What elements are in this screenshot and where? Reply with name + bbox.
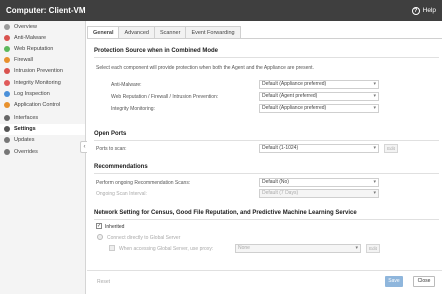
- sidebar-item-application-control[interactable]: Application Control: [0, 99, 85, 110]
- divider: [94, 173, 439, 174]
- overview-icon: [4, 23, 10, 30]
- chevron-down-icon: ▾: [373, 145, 376, 151]
- recommendation-scan-value: Default (No): [262, 179, 289, 185]
- sidebar-item-updates[interactable]: Updates: [0, 135, 85, 146]
- updates-icon: [4, 137, 10, 144]
- integrity-monitoring-label: Integrity Monitoring:: [111, 106, 155, 112]
- sidebar-item-label: Web Reputation: [14, 45, 54, 52]
- sidebar-item-label: Intrusion Prevention: [14, 68, 63, 75]
- chevron-down-icon: ▾: [373, 190, 376, 196]
- use-proxy-label: When accessing Global Server, use proxy:: [119, 246, 214, 252]
- chevron-down-icon: ▾: [373, 93, 376, 99]
- save-button[interactable]: Save: [385, 276, 403, 287]
- web-reputation-label: Web Reputation / Firewall / Intrusion Pr…: [111, 94, 219, 100]
- recommendation-scan-select[interactable]: Default (No) ▾: [259, 178, 379, 187]
- connect-direct-label: Connect directly to Global Server: [107, 235, 181, 241]
- divider: [94, 140, 439, 141]
- sidebar-item-label: Settings: [14, 126, 36, 133]
- anti-malware-icon: [4, 34, 10, 41]
- network-heading: Network Setting for Census, Good File Re…: [94, 210, 357, 216]
- sidebar-item-label: Log Inspection: [14, 90, 50, 97]
- scan-interval-label: Ongoing Scan Interval:: [96, 191, 147, 197]
- web-reputation-value: Default (Agent preferred): [262, 93, 318, 99]
- firewall-icon: [4, 57, 10, 64]
- sidebar-item-settings[interactable]: Settings: [0, 123, 85, 135]
- connect-direct-radio[interactable]: [97, 234, 103, 240]
- sidebar-item-anti-malware[interactable]: Anti-Malware: [0, 32, 85, 43]
- interfaces-icon: [4, 115, 10, 122]
- integrity-monitoring-select[interactable]: Default (Appliance preferred) ▾: [259, 104, 379, 113]
- recommendation-scan-label: Perform ongoing Recommendation Scans:: [96, 180, 191, 186]
- chevron-down-icon: ▾: [373, 179, 376, 185]
- inherited-checkbox[interactable]: ✓: [96, 223, 102, 229]
- sidebar-item-firewall[interactable]: Firewall: [0, 55, 85, 66]
- proxy-value: None: [238, 245, 250, 251]
- web-reputation-select[interactable]: Default (Agent preferred) ▾: [259, 92, 379, 101]
- divider: [94, 57, 439, 58]
- sidebar-item-label: Interfaces: [14, 115, 39, 122]
- settings-gear-icon: [4, 126, 10, 133]
- application-control-icon: [4, 101, 10, 108]
- sidebar-item-label: Anti-Malware: [14, 34, 47, 41]
- sidebar-item-integrity-monitoring[interactable]: Integrity Monitoring: [0, 77, 85, 88]
- integrity-monitoring-icon: [4, 79, 10, 86]
- sidebar-item-overview[interactable]: Overview: [0, 21, 85, 32]
- tab-advanced[interactable]: Advanced: [118, 26, 155, 38]
- anti-malware-label: Anti-Malware:: [111, 82, 142, 88]
- sidebar-item-web-reputation[interactable]: Web Reputation: [0, 43, 85, 54]
- close-button[interactable]: Close: [413, 276, 435, 287]
- ports-select[interactable]: Default (1-1024) ▾: [259, 144, 379, 153]
- anti-malware-value: Default (Appliance preferred): [262, 81, 327, 87]
- use-proxy-checkbox[interactable]: [109, 245, 115, 251]
- ports-edit-button[interactable]: Edit: [384, 144, 398, 153]
- web-reputation-icon: [4, 45, 10, 52]
- tab-event-forwarding[interactable]: Event Forwarding: [185, 26, 241, 38]
- divider: [94, 219, 439, 220]
- sidebar-item-label: Application Control: [14, 101, 61, 108]
- sidebar-item-log-inspection[interactable]: Log Inspection: [0, 88, 85, 99]
- chevron-down-icon: ▾: [355, 245, 358, 251]
- reset-button[interactable]: Reset: [97, 279, 110, 285]
- inherited-label: Inherited: [105, 224, 125, 230]
- sidebar-item-label: Updates: [14, 137, 35, 144]
- settings-panel: Protection Source when in Combined Mode …: [87, 38, 442, 270]
- anti-malware-select[interactable]: Default (Appliance preferred) ▾: [259, 80, 379, 89]
- help-link[interactable]: ? Help: [411, 6, 436, 15]
- scan-interval-value: Default (7 Days): [262, 190, 299, 196]
- protection-heading: Protection Source when in Combined Mode: [94, 48, 219, 54]
- sidebar-item-label: Integrity Monitoring: [14, 79, 61, 86]
- overrides-icon: [4, 148, 10, 155]
- sidebar-item-label: Overrides: [14, 148, 38, 155]
- dialog-footer: Reset Save Close: [87, 270, 442, 294]
- window-title: Computer: Client-VM: [6, 6, 86, 15]
- proxy-edit-button[interactable]: Edit: [366, 244, 380, 253]
- sidebar-item-overrides[interactable]: Overrides: [0, 146, 85, 157]
- scan-interval-select[interactable]: Default (7 Days) ▾: [259, 189, 379, 198]
- log-inspection-icon: [4, 90, 10, 97]
- integrity-monitoring-value: Default (Appliance preferred): [262, 105, 327, 111]
- chevron-down-icon: ▾: [373, 105, 376, 111]
- ports-label: Ports to scan:: [96, 146, 127, 152]
- intrusion-prevention-icon: [4, 68, 10, 75]
- sidebar-item-label: Overview: [14, 23, 37, 30]
- tab-bar: General Advanced Scanner Event Forwarding: [87, 26, 241, 39]
- sidebar: Overview Anti-Malware Web Reputation Firewa…: [0, 21, 86, 294]
- chevron-down-icon: ▾: [373, 81, 376, 87]
- help-icon: ?: [411, 6, 420, 15]
- sidebar-item-label: Firewall: [14, 57, 33, 64]
- ports-value: Default (1-1024): [262, 145, 299, 151]
- window-titlebar: Computer: Client-VM ? Help: [0, 0, 442, 21]
- sidebar-item-intrusion-prevention[interactable]: Intrusion Prevention: [0, 66, 85, 77]
- proxy-select[interactable]: None ▾: [235, 244, 361, 253]
- recommendations-heading: Recommendations: [94, 164, 148, 170]
- open-ports-heading: Open Ports: [94, 131, 127, 137]
- tab-scanner[interactable]: Scanner: [153, 26, 187, 38]
- help-label: Help: [422, 7, 436, 14]
- sidebar-item-interfaces[interactable]: Interfaces: [0, 113, 85, 124]
- protection-description: Select each component will provide prote…: [96, 65, 314, 71]
